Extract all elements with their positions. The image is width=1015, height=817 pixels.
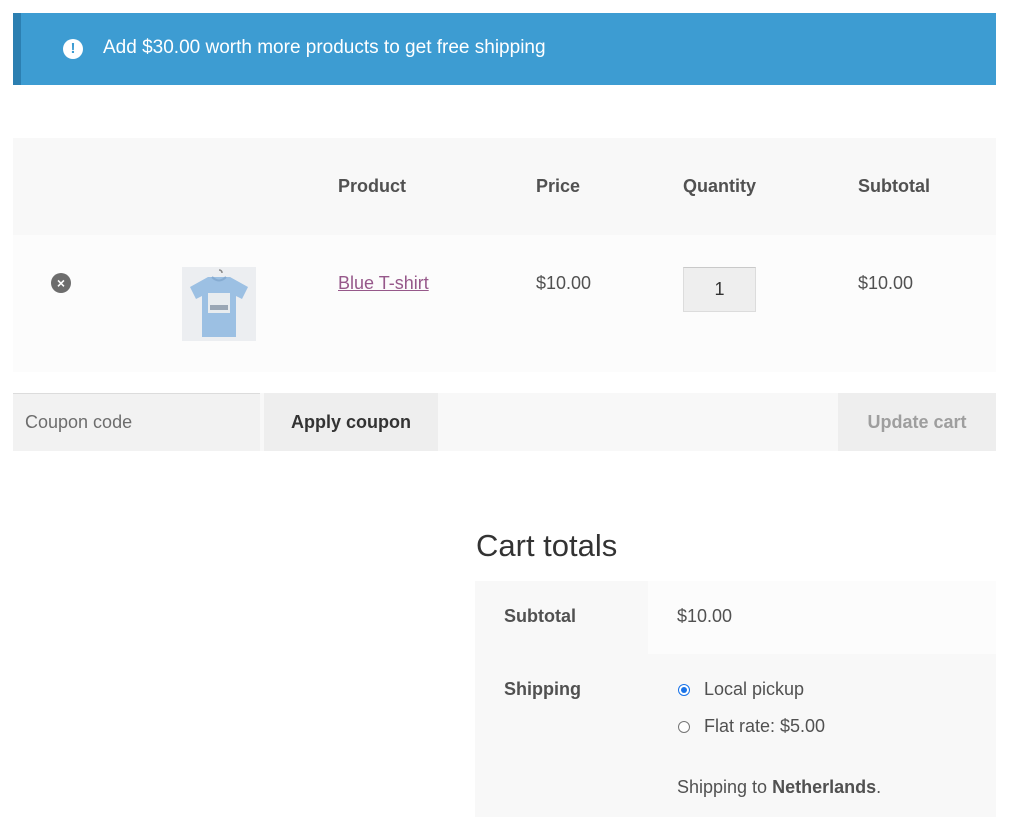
shipping-label: Shipping [504,679,581,699]
product-link[interactable]: Blue T-shirt [338,273,429,294]
cart-item-row: × Blue T-shirt $10.00 1 $10.00 [13,235,996,372]
shipping-destination: Shipping to Netherlands. [677,777,881,798]
coupon-code-input[interactable]: Coupon code [13,393,260,451]
notice-text: Add $30.00 worth more products to get fr… [103,37,546,58]
subtotal-value: $10.00 [677,606,733,626]
shipping-to-prefix: Shipping to [677,777,773,797]
product-price: $10.00 [536,273,592,293]
blue-tshirt-image [182,267,256,341]
local-pickup-label[interactable]: Local pickup [704,679,804,700]
apply-coupon-button[interactable]: Apply coupon [264,393,438,451]
remove-item-icon[interactable]: × [51,273,71,293]
header-product: Product [338,176,407,196]
cart-table-header: Product Price Quantity Subtotal [13,138,996,235]
flat-rate-radio[interactable] [678,721,690,733]
cart-totals-table: Subtotal $10.00 Shipping Local pickup Fl… [475,581,996,817]
local-pickup-radio[interactable] [678,684,690,696]
flat-rate-label[interactable]: Flat rate: $5.00 [704,716,825,737]
header-subtotal: Subtotal [858,176,930,196]
cart-totals-title: Cart totals [476,528,618,563]
cart-actions: Coupon code Apply coupon Update cart [13,393,996,451]
update-cart-button[interactable]: Update cart [838,393,996,451]
shipping-to-suffix: . [876,777,882,797]
header-price: Price [536,176,581,196]
quantity-input[interactable]: 1 [683,267,756,312]
exclamation-circle-icon: ! [63,39,83,59]
subtotal-label: Subtotal [504,606,576,626]
header-quantity: Quantity [683,176,757,196]
free-shipping-notice: ! Add $30.00 worth more products to get … [13,13,996,85]
shipping-country: Netherlands [772,777,877,797]
product-subtotal: $10.00 [858,273,914,293]
product-thumbnail[interactable] [182,267,256,341]
